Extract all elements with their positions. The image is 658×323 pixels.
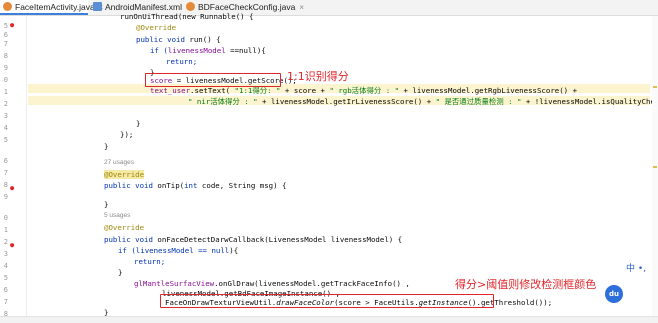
close-icon[interactable]: × xyxy=(299,3,304,12)
line-number: 7 xyxy=(3,40,8,48)
code-line[interactable]: return; xyxy=(166,57,197,66)
line-number: 1 xyxy=(3,88,8,96)
code-line[interactable]: @Override xyxy=(104,223,144,232)
line-number: 8 xyxy=(3,52,8,60)
du-badge-icon[interactable]: du xyxy=(605,285,623,303)
code-line[interactable]: @Override xyxy=(104,170,145,179)
usages-hint[interactable]: 5 usages xyxy=(104,212,130,219)
code-line[interactable]: @Override xyxy=(136,23,176,32)
draw-color-highlight-box xyxy=(160,294,494,308)
code-line[interactable]: if (livenessModel == null){ xyxy=(118,246,238,255)
score-highlight-box xyxy=(145,73,281,87)
tab-label: FaceItemActivity.java xyxy=(15,2,95,12)
code-line[interactable]: " nir活体得分 : " + livenessModel.getIrLiven… xyxy=(188,97,658,106)
xml-file-icon xyxy=(93,2,102,11)
line-number: 4 xyxy=(3,124,8,132)
line-number: 3 xyxy=(3,112,8,120)
line-number: 9 xyxy=(3,193,8,201)
line-number: 2 xyxy=(3,238,8,246)
line-number: 5 xyxy=(3,136,8,144)
code-line[interactable]: public void onTip(int code, String msg) … xyxy=(104,181,286,190)
usages-hint[interactable]: 27 usages xyxy=(104,159,134,166)
code-line[interactable]: } xyxy=(104,200,108,209)
code-line[interactable]: } xyxy=(104,142,108,151)
line-number: 0 xyxy=(3,76,8,84)
line-number: 6 xyxy=(3,157,8,165)
code-line[interactable]: public void onFaceDetectDarwCallback(Liv… xyxy=(104,235,402,244)
code-line[interactable]: runOnUiThread(new Runnable() { xyxy=(120,12,254,21)
line-number: 8 xyxy=(3,181,8,189)
java-file-icon xyxy=(186,2,195,11)
line-number: 2 xyxy=(3,100,8,108)
code-line[interactable]: }); xyxy=(120,130,133,139)
code-line[interactable]: if (livenessModel ==null){ xyxy=(150,46,266,55)
line-number: 3 xyxy=(3,250,8,258)
code-line[interactable]: glMantleSurfacView.onGlDraw(livenessMode… xyxy=(134,279,410,288)
tab-label: AndroidManifest.xml xyxy=(105,2,183,12)
override-marker-icon[interactable]: ● xyxy=(10,241,14,250)
line-number: 9 xyxy=(3,64,8,72)
tab-label: BDFaceCheckConfig.java xyxy=(198,2,296,12)
tab-face-item-activity[interactable]: FaceItemActivity.java× xyxy=(0,0,103,15)
line-number: 0 xyxy=(3,214,8,222)
java-file-icon xyxy=(3,2,12,11)
code-line[interactable]: public void run() { xyxy=(136,35,221,44)
line-number: 7 xyxy=(3,298,8,306)
code-line[interactable]: return; xyxy=(134,257,165,266)
scroll-marker xyxy=(653,166,657,168)
line-gutter: 5 6 7 8 9 0 1 2 3 4 5 6 7 8 9 0 1 2 3 4 … xyxy=(0,16,27,322)
override-marker-icon[interactable]: ● xyxy=(10,21,14,30)
editor-scrollbar[interactable] xyxy=(652,16,658,322)
line-number: 1 xyxy=(3,226,8,234)
code-line[interactable]: } xyxy=(136,119,140,128)
override-marker-icon[interactable]: ● xyxy=(10,184,14,193)
line-number: 6 xyxy=(3,31,8,39)
editor-tab-bar: FaceItemActivity.java× AndroidManifest.x… xyxy=(0,0,658,16)
line-number: 5 xyxy=(3,274,8,282)
code-line[interactable]: } xyxy=(118,268,122,277)
line-number: 6 xyxy=(3,286,8,294)
line-number: 5 xyxy=(3,22,8,30)
ime-indicator[interactable]: 中 •, xyxy=(626,262,646,276)
threshold-annotation-label: 得分>阈值则修改检测框颜色 xyxy=(455,278,597,291)
score-annotation-label: 1:1识别得分 xyxy=(287,70,349,83)
code-line[interactable]: text_user.setText( "1:1得分: " + score + "… xyxy=(150,86,577,95)
line-number: 4 xyxy=(3,262,8,270)
line-number: 7 xyxy=(3,169,8,177)
scroll-marker xyxy=(653,86,657,88)
